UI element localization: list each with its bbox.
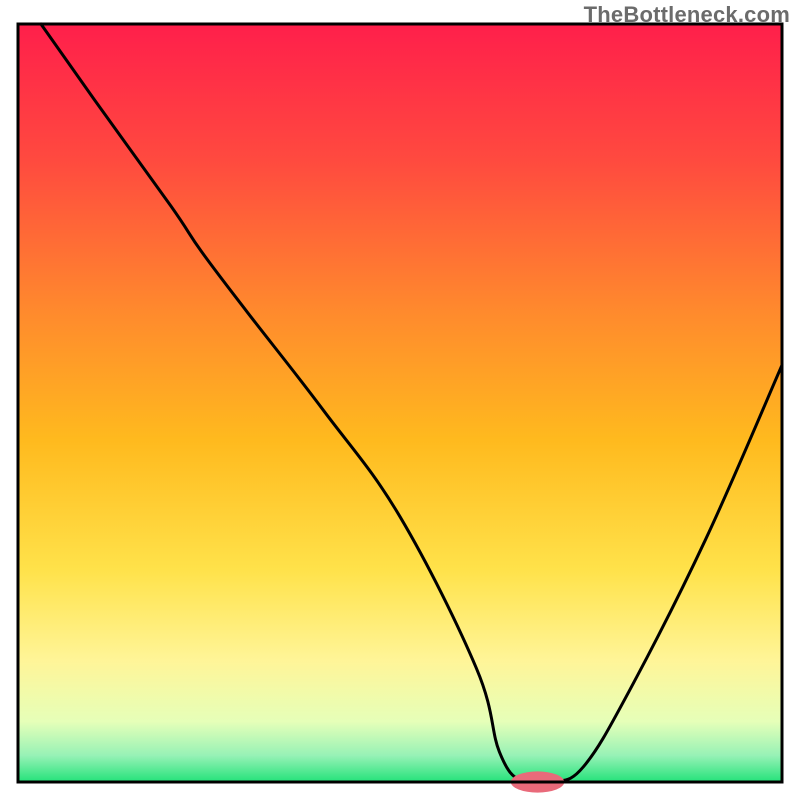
chart-container: TheBottleneck.com [0, 0, 800, 800]
chart-background [18, 24, 782, 782]
bottleneck-chart [0, 0, 800, 800]
watermark-text: TheBottleneck.com [584, 2, 790, 28]
